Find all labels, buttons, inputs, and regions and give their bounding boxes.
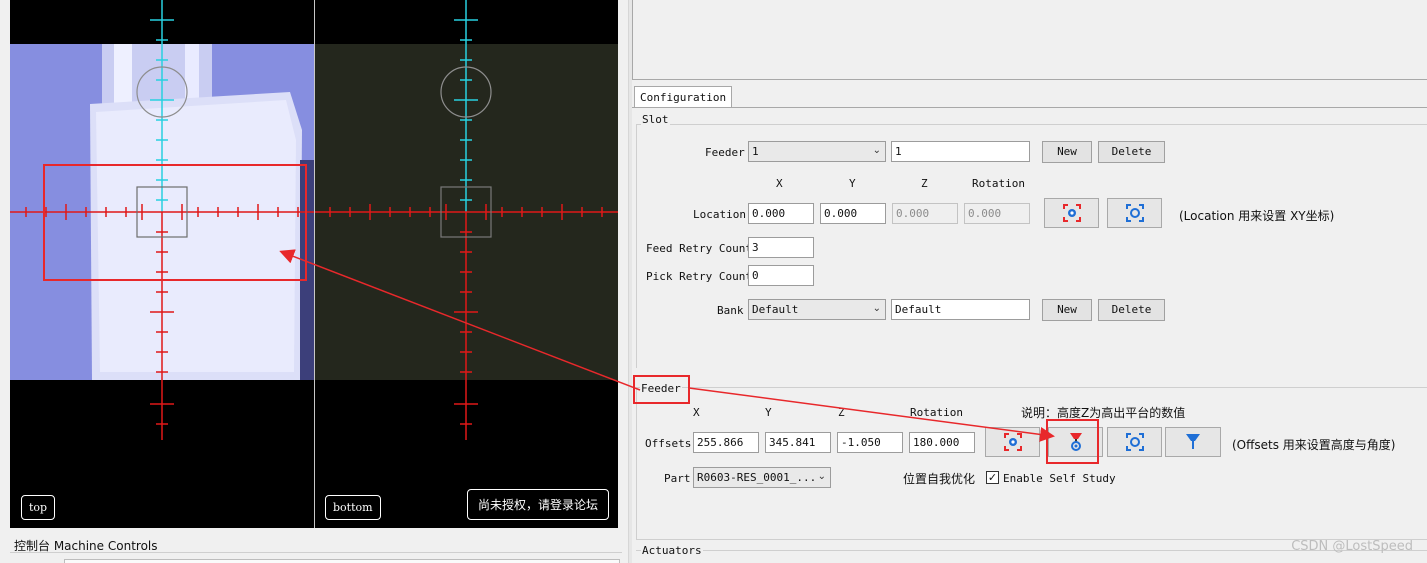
feeder-select-value: 1 <box>752 145 759 158</box>
position-offsets-camera-button[interactable] <box>1107 427 1162 457</box>
feeder-table-area <box>632 0 1427 80</box>
slot-col-x: X <box>776 177 783 190</box>
bank-select[interactable]: Default ⌄ <box>748 299 886 320</box>
capture-camera-red-icon <box>1062 204 1081 222</box>
part-label: Part <box>664 472 691 485</box>
feeder-select[interactable]: 1 ⌄ <box>748 141 886 162</box>
position-camera-location-button[interactable] <box>1107 198 1162 228</box>
pick-retry-input[interactable]: 0 <box>748 265 814 286</box>
feeder-config-panel: Configuration Slot Feeder 1 ⌄ 1 New Dele… <box>632 0 1427 563</box>
enable-self-study-label: Enable Self Study <box>1003 472 1116 485</box>
tab-configuration[interactable]: Configuration <box>634 86 733 108</box>
height-z-explanation: 说明：高度Z为高出平台的数值 <box>1021 406 1186 420</box>
chevron-down-icon: ⌄ <box>872 145 881 156</box>
nozzle-capture-icon <box>1069 433 1082 451</box>
feeder-name-input[interactable]: 1 <box>891 141 1030 162</box>
delete-bank-button[interactable]: Delete <box>1098 299 1165 321</box>
chevron-down-icon: ⌄ <box>872 303 881 314</box>
actuators-group-title: Actuators <box>641 544 703 557</box>
new-bank-button[interactable]: New <box>1042 299 1092 321</box>
offsets-x-input[interactable]: 255.866 <box>693 432 759 453</box>
slot-group-left-border <box>636 124 637 368</box>
capture-camera-location-button[interactable] <box>1044 198 1099 228</box>
location-note: (Location 用来设置 XY坐标) <box>1179 209 1335 223</box>
slot-col-z: Z <box>921 177 928 190</box>
offsets-col-x: X <box>693 406 700 419</box>
offsets-z-input[interactable]: -1.050 <box>837 432 903 453</box>
camera-view-bottom[interactable]: bottom 尚未授权，请登录论坛 <box>315 0 618 528</box>
chevron-down-icon: ⌄ <box>817 471 826 482</box>
slot-col-rotation: Rotation <box>972 177 1025 190</box>
new-feeder-button[interactable]: New <box>1042 141 1092 163</box>
position-camera-icon <box>1125 204 1144 222</box>
location-label: Location <box>693 208 746 221</box>
offsets-y-input[interactable]: 345.841 <box>765 432 831 453</box>
feeder-group-title: Feeder <box>640 382 682 395</box>
camera-top-image <box>10 0 314 528</box>
feeder-label: Feeder <box>705 146 745 159</box>
camera-bottom-label: bottom <box>325 495 381 520</box>
offsets-label: Offsets <box>645 437 692 450</box>
machine-controls-field[interactable] <box>64 559 620 563</box>
offsets-rotation-input[interactable]: 180.000 <box>909 432 975 453</box>
camera-bottom-image <box>315 0 618 528</box>
machine-controls-title: 控制台 Machine Controls <box>14 539 158 553</box>
pick-retry-label: Pick Retry Count <box>646 270 752 283</box>
tab-content-border <box>632 107 1427 108</box>
watermark: CSDN @LostSpeed <box>1291 539 1413 554</box>
position-camera-icon <box>1125 433 1144 451</box>
part-select-value: R0603-RES_0001_... <box>697 471 817 484</box>
location-rotation-input: 0.000 <box>964 203 1030 224</box>
location-x-input[interactable]: 0.000 <box>748 203 814 224</box>
offsets-col-y: Y <box>765 406 772 419</box>
camera-top-label: top <box>21 495 56 520</box>
feed-retry-label: Feed Retry Count <box>646 242 752 255</box>
offsets-note: (Offsets 用来设置高度与角度) <box>1232 438 1396 452</box>
location-y-input[interactable]: 0.000 <box>820 203 886 224</box>
feed-retry-input[interactable]: 3 <box>748 237 814 258</box>
license-notice[interactable]: 尚未授权，请登录论坛 <box>466 489 609 520</box>
part-select[interactable]: R0603-RES_0001_... ⌄ <box>693 467 831 488</box>
feeder-group-left-border <box>636 387 637 539</box>
bank-name-input[interactable]: Default <box>891 299 1030 320</box>
bank-select-value: Default <box>752 303 799 316</box>
camera-view-top[interactable]: top <box>10 0 314 528</box>
capture-nozzle-height-button[interactable] <box>1048 427 1103 457</box>
enable-self-study-checkbox[interactable]: ✓ <box>986 471 999 484</box>
machine-controls-panel: 控制台 Machine Controls <box>0 530 628 563</box>
capture-camera-red-icon <box>1003 433 1022 451</box>
offsets-col-rotation: Rotation <box>910 406 963 419</box>
slot-group-title: Slot <box>641 113 670 126</box>
nozzle-position-icon <box>1186 434 1200 449</box>
delete-feeder-button[interactable]: Delete <box>1098 141 1165 163</box>
slot-col-y: Y <box>849 177 856 190</box>
offsets-col-z: Z <box>838 406 845 419</box>
feeder-group-border <box>636 387 1427 388</box>
slot-group-border <box>636 124 1427 125</box>
capture-offsets-camera-button[interactable] <box>985 427 1040 457</box>
position-nozzle-button[interactable] <box>1165 427 1221 457</box>
location-z-input: 0.000 <box>892 203 958 224</box>
bank-label: Bank <box>717 304 744 317</box>
self-optimize-label: 位置自我优化 <box>903 472 976 486</box>
